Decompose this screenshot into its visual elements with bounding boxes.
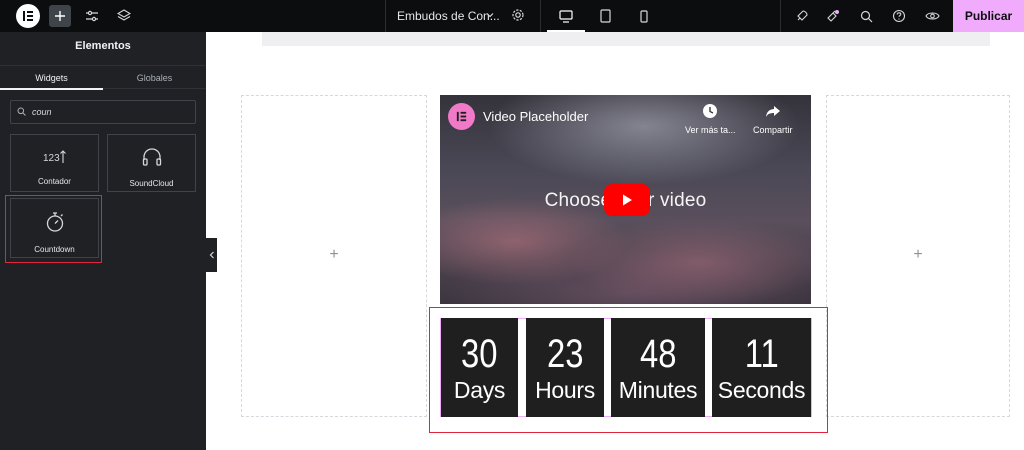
countdown-label: Seconds [717, 377, 806, 403]
share-label: Compartir [753, 125, 793, 135]
widget-label: Contador [38, 177, 71, 186]
search-icon [17, 103, 26, 121]
watch-later-label: Ver más ta... [685, 125, 736, 135]
countdown-value: 30 [461, 332, 498, 376]
video-title: Video Placeholder [483, 109, 589, 124]
site-settings-icon[interactable] [81, 5, 103, 27]
countdown-value: 23 [546, 332, 584, 376]
stopwatch-icon [45, 211, 65, 238]
page-settings-gear-icon[interactable] [511, 8, 525, 25]
share-icon [765, 103, 781, 121]
countdown-seconds: 11 Seconds [712, 318, 811, 417]
help-icon[interactable] [888, 5, 910, 27]
collapse-panel-toggle[interactable] [206, 238, 217, 272]
countdown-label: Days [453, 377, 506, 403]
countdown-minutes: 48 Minutes [611, 318, 705, 417]
editor-root: Embudos de Con... Publicar Elementos Wid… [0, 0, 1024, 450]
countdown-label: Hours [535, 377, 595, 403]
elements-panel: Elementos Widgets Globales 123 Contador … [0, 32, 206, 450]
widget-label: Countdown [34, 245, 75, 254]
rocket-icon[interactable] [790, 5, 812, 27]
page-selector[interactable]: Embudos de Con... [385, 0, 541, 32]
add-widget-icon[interactable]: + [910, 247, 926, 263]
countdown-hours: 23 Hours [526, 318, 604, 417]
watch-later-button[interactable]: Ver más ta... [685, 103, 736, 135]
toolbar-divider [780, 0, 781, 32]
desktop-view-icon[interactable] [547, 0, 585, 32]
video-widget[interactable]: Video Placeholder Ver más ta... Comparti… [440, 95, 811, 304]
add-element-icon[interactable] [49, 5, 71, 27]
widget-contador[interactable]: 123 Contador [10, 134, 99, 192]
clock-icon [702, 103, 718, 121]
section-above [262, 32, 990, 46]
play-button-icon[interactable] [604, 184, 650, 216]
counter-icon: 123 [43, 147, 67, 170]
tab-globales[interactable]: Globales [103, 66, 206, 89]
svg-text:123: 123 [43, 153, 60, 164]
tab-widgets[interactable]: Widgets [0, 66, 103, 90]
notifications-icon[interactable] [822, 5, 844, 27]
preview-eye-icon[interactable] [921, 5, 943, 27]
widget-search [10, 100, 196, 124]
search-input[interactable] [32, 107, 182, 117]
layers-icon[interactable] [113, 5, 135, 27]
chevron-down-icon [485, 9, 495, 23]
widget-label: SoundCloud [129, 179, 174, 188]
share-button[interactable]: Compartir [753, 103, 793, 135]
channel-logo-icon [448, 103, 475, 130]
panel-title: Elementos [75, 40, 131, 52]
widget-countdown[interactable]: Countdown [10, 198, 99, 258]
panel-tabs: Widgets Globales [0, 65, 206, 90]
widget-soundcloud[interactable]: SoundCloud [107, 134, 196, 192]
countdown-label: Minutes [618, 377, 698, 403]
publish-button[interactable]: Publicar [953, 0, 1024, 32]
search-icon[interactable] [855, 5, 877, 27]
tablet-view-icon[interactable] [586, 0, 624, 32]
countdown-value: 48 [639, 332, 677, 376]
headphones-icon [141, 147, 163, 172]
elementor-logo-icon[interactable] [16, 4, 40, 28]
countdown-value: 11 [744, 332, 779, 376]
countdown-days: 30 Days [441, 318, 518, 417]
mobile-view-icon[interactable] [625, 0, 663, 32]
top-bar: Embudos de Con... Publicar [0, 0, 1024, 32]
add-widget-icon[interactable]: + [326, 247, 342, 263]
